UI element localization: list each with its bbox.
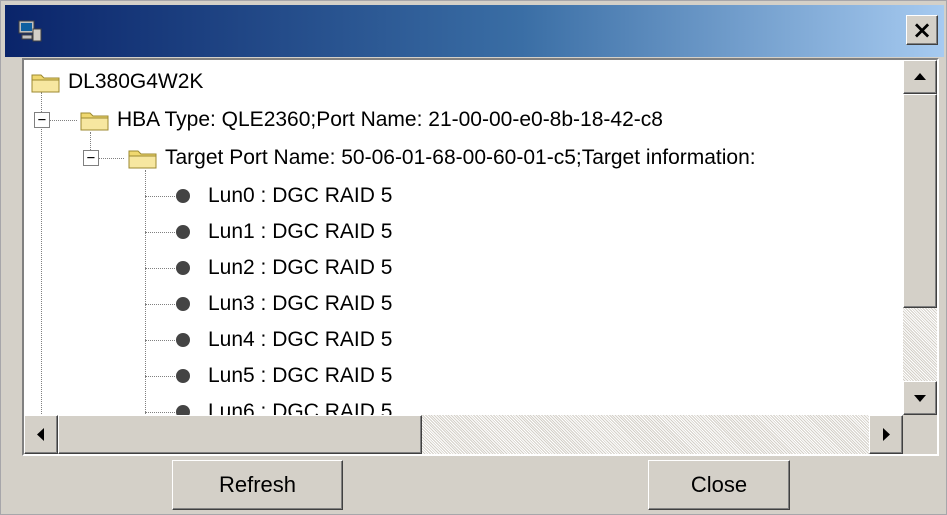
tree-node-lun[interactable]: Lun6 : DGC RAID 5: [176, 394, 392, 415]
tree-line: [145, 196, 175, 197]
tree-node-target[interactable]: Target Port Name: 50-06-01-68-00-60-01-c…: [127, 140, 756, 176]
arrow-down-icon: [914, 395, 926, 402]
tree-node-label: Lun2 : DGC RAID 5: [208, 256, 393, 279]
scroll-right-button[interactable]: [869, 415, 903, 454]
tree-node-lun[interactable]: Lun4 : DGC RAID 5: [176, 322, 392, 358]
vertical-scroll-thumb[interactable]: [903, 94, 937, 308]
tree-node-label: Lun4 : DGC RAID 5: [208, 328, 393, 351]
lun-icon: [176, 405, 190, 415]
lun-icon: [176, 261, 190, 275]
scroll-down-button[interactable]: [903, 381, 937, 415]
close-button-label: Close: [690, 472, 748, 497]
tree-line: [145, 232, 175, 233]
close-icon: ×: [911, 16, 933, 44]
vertical-scrollbar[interactable]: [903, 60, 937, 415]
tree-node-lun[interactable]: Lun0 : DGC RAID 5: [176, 178, 392, 214]
lun-icon: [176, 297, 190, 311]
scrollbar-corner: [903, 415, 937, 454]
tree-line: [47, 120, 77, 121]
tree-node-label: Lun1 : DGC RAID 5: [208, 220, 393, 243]
title-bar[interactable]: ×: [5, 5, 944, 57]
tree-node-root[interactable]: DL380G4W2K: [30, 64, 203, 100]
arrow-up-icon: [914, 73, 926, 80]
tree-node-hba[interactable]: HBA Type: QLE2360;Port Name: 21-00-00-e0…: [79, 102, 663, 138]
tree-line: [96, 158, 124, 159]
tree-line: [41, 92, 42, 415]
tree-node-label: Lun6 : DGC RAID 5: [208, 400, 393, 415]
tree-node-label: Lun3 : DGC RAID 5: [208, 292, 393, 315]
close-window-button[interactable]: ×: [906, 15, 938, 45]
tree-line: [145, 412, 175, 413]
tree-line: [145, 376, 175, 377]
arrow-left-icon: [37, 428, 44, 441]
refresh-button-label: Refresh: [218, 472, 297, 497]
tree-node-label: Target Port Name: 50-06-01-68-00-60-01-c…: [165, 146, 756, 169]
folder-icon: [80, 112, 109, 131]
folder-icon: [31, 74, 60, 93]
tree-line: [145, 268, 175, 269]
tree-node-label: Lun0 : DGC RAID 5: [208, 184, 393, 207]
tree-node-label: Lun5 : DGC RAID 5: [208, 364, 393, 387]
tree-viewport: DL380G4W2K − HBA Type: QLE2360;Port Name…: [24, 60, 903, 415]
tree-node-lun[interactable]: Lun1 : DGC RAID 5: [176, 214, 392, 250]
close-button[interactable]: Close: [648, 460, 790, 510]
arrow-right-icon: [883, 428, 890, 441]
folder-icon: [128, 150, 157, 169]
lun-icon: [176, 333, 190, 347]
tree-node-lun[interactable]: Lun2 : DGC RAID 5: [176, 250, 392, 286]
lun-icon: [176, 189, 190, 203]
tree-node-lun[interactable]: Lun5 : DGC RAID 5: [176, 358, 392, 394]
tree-node-label: HBA Type: QLE2360;Port Name: 21-00-00-e0…: [117, 108, 663, 131]
tree-line: [145, 340, 175, 341]
refresh-button[interactable]: Refresh: [172, 460, 343, 510]
horizontal-scrollbar[interactable]: [24, 415, 903, 454]
tree-node-label: DL380G4W2K: [68, 70, 204, 93]
dialog-window: × DL380G4W2K − HBA Type: QLE2360;Port Na…: [0, 0, 947, 515]
collapse-toggle[interactable]: −: [83, 150, 99, 166]
scroll-up-button[interactable]: [903, 60, 937, 94]
computer-icon: [18, 20, 42, 42]
scroll-left-button[interactable]: [24, 415, 58, 454]
tree-line: [145, 304, 175, 305]
tree-node-lun[interactable]: Lun3 : DGC RAID 5: [176, 286, 392, 322]
device-tree[interactable]: DL380G4W2K − HBA Type: QLE2360;Port Name…: [22, 58, 939, 456]
collapse-toggle[interactable]: −: [34, 112, 50, 128]
lun-icon: [176, 225, 190, 239]
lun-icon: [176, 369, 190, 383]
tree-line: [145, 170, 146, 415]
horizontal-scroll-thumb[interactable]: [58, 415, 422, 454]
